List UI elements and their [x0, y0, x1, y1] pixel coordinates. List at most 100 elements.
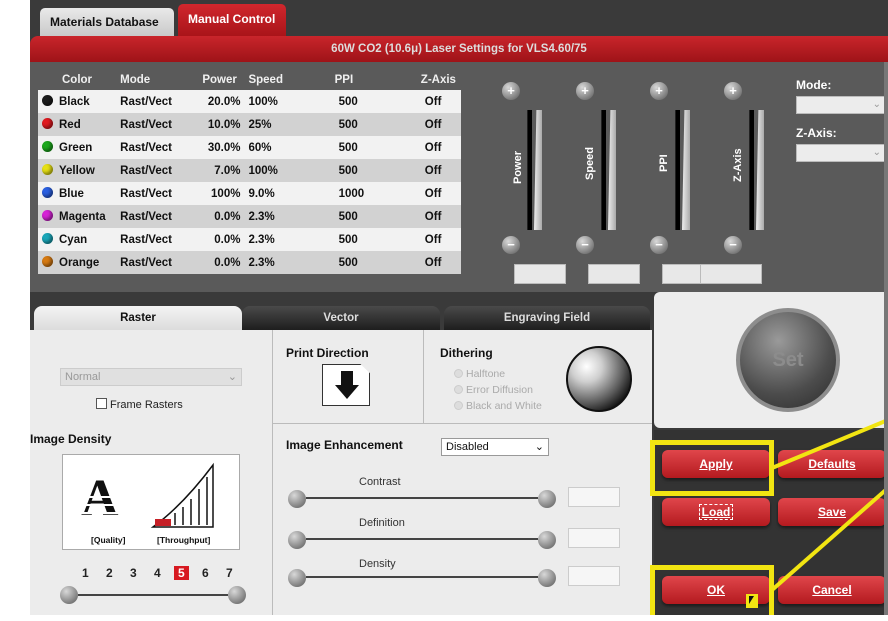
ppi-track-shade — [682, 110, 690, 230]
mode-label: Mode: — [796, 78, 832, 92]
zaxis-value-box[interactable] — [700, 264, 762, 284]
tab-materials-database[interactable]: Materials Database — [40, 8, 174, 36]
color-swatch-icon — [42, 118, 53, 129]
tab-manual-control[interactable]: Manual Control — [178, 4, 286, 36]
table-row[interactable]: Black Rast/Vect 20.0% 100% 500 Off — [38, 90, 461, 113]
speed-minus-button[interactable]: − — [576, 236, 594, 254]
zaxis-cell: Off — [394, 90, 461, 113]
ppi-cell: 500 — [314, 228, 395, 251]
contrast-plus-knob[interactable] — [538, 490, 556, 508]
density-plus-knob[interactable] — [538, 569, 556, 587]
zaxis-label: Z-Axis — [732, 148, 744, 182]
speed-plus-button[interactable]: + — [576, 82, 594, 100]
color-swatch-icon — [42, 187, 53, 198]
tab-engraving-field[interactable]: Engraving Field — [444, 306, 650, 330]
density-level-7[interactable]: 7 — [226, 566, 233, 580]
ppi-plus-button[interactable]: + — [650, 82, 668, 100]
window-edge — [884, 62, 888, 615]
chevron-down-icon: ⌄ — [534, 441, 544, 453]
zaxis-track[interactable] — [749, 110, 754, 230]
contrast-track[interactable] — [306, 497, 538, 499]
raster-mode-select[interactable]: Normal ⌄ — [60, 368, 242, 386]
color-cell: Blue — [38, 182, 117, 205]
color-swatch-icon — [42, 95, 53, 106]
frame-rasters-option[interactable]: Frame Rasters — [96, 398, 183, 411]
speed-track[interactable] — [601, 110, 606, 230]
tab-raster[interactable]: Raster — [34, 306, 242, 330]
power-track[interactable] — [527, 110, 532, 230]
density-level-2[interactable]: 2 — [106, 566, 113, 580]
speed-cell: 25% — [244, 113, 315, 136]
table-row[interactable]: Yellow Rast/Vect 7.0% 100% 500 Off — [38, 159, 461, 182]
print-direction-button[interactable] — [322, 364, 370, 406]
frame-rasters-checkbox[interactable] — [96, 398, 107, 409]
ppi-minus-button[interactable]: − — [650, 236, 668, 254]
halftone-radio[interactable]: Halftone — [454, 368, 505, 380]
color-swatch-icon — [42, 233, 53, 244]
load-button[interactable]: Load — [662, 498, 770, 526]
density-level-4[interactable]: 4 — [154, 566, 161, 580]
col-color: Color — [62, 74, 93, 86]
power-minus-button[interactable]: − — [502, 236, 520, 254]
density-value-box[interactable] — [568, 566, 620, 586]
color-cell: Green — [38, 136, 117, 159]
table-row[interactable]: Green Rast/Vect 30.0% 60% 500 Off — [38, 136, 461, 159]
density-preview: A [Quality] [Throughput] — [62, 454, 240, 550]
dithering-section: Dithering Halftone Error Diffusion Black… — [424, 330, 652, 424]
definition-minus-knob[interactable] — [288, 531, 306, 549]
speed-value-box[interactable] — [588, 264, 640, 284]
set-button[interactable]: Set — [736, 308, 840, 412]
density-level-1[interactable]: 1 — [82, 566, 89, 580]
halftone-sphere-preview — [566, 346, 632, 412]
speed-cell: 60% — [244, 136, 315, 159]
table-row[interactable]: Blue Rast/Vect 100% 9.0% 1000 Off — [38, 182, 461, 205]
contrast-value-box[interactable] — [568, 487, 620, 507]
zaxis-select[interactable]: ⌄ — [796, 144, 886, 162]
ppi-slider[interactable]: + PPI − — [650, 82, 714, 294]
density-enh-track[interactable] — [306, 576, 538, 578]
zaxis-plus-button[interactable]: + — [724, 82, 742, 100]
definition-plus-knob[interactable] — [538, 531, 556, 549]
density-right-knob[interactable] — [228, 586, 246, 604]
zaxis-minus-button[interactable]: − — [724, 236, 742, 254]
contrast-minus-knob[interactable] — [288, 490, 306, 508]
table-row[interactable]: Cyan Rast/Vect 0.0% 2.3% 500 Off — [38, 228, 461, 251]
density-level-3[interactable]: 3 — [130, 566, 137, 580]
density-track[interactable] — [78, 594, 228, 596]
ppi-track[interactable] — [675, 110, 680, 230]
table-body: Black Rast/Vect 20.0% 100% 500 Off Red Rast/Vec… — [38, 90, 461, 274]
definition-track[interactable] — [306, 538, 538, 540]
density-level-5[interactable]: 5 — [174, 566, 189, 580]
table-row[interactable]: Red Rast/Vect 10.0% 25% 500 Off — [38, 113, 461, 136]
enhancement-value: Disabled — [446, 441, 489, 453]
speed-slider[interactable]: + Speed − — [576, 82, 640, 294]
zaxis-track-shade — [756, 110, 764, 230]
arrow-down-icon — [335, 371, 359, 399]
power-slider[interactable]: + Power − — [502, 82, 566, 294]
error-diffusion-radio[interactable]: Error Diffusion — [454, 384, 533, 396]
color-name: Blue — [59, 188, 84, 200]
highlight-connector-lines — [770, 418, 888, 592]
mode-cell: Rast/Vect — [116, 90, 199, 113]
density-minus-knob[interactable] — [288, 569, 306, 587]
power-plus-button[interactable]: + — [502, 82, 520, 100]
density-level-6[interactable]: 6 — [202, 566, 209, 580]
ppi-cell: 500 — [314, 251, 395, 274]
table-row[interactable]: Orange Rast/Vect 0.0% 2.3% 500 Off — [38, 251, 461, 274]
tab-vector[interactable]: Vector — [242, 306, 440, 330]
black-white-radio[interactable]: Black and White — [454, 400, 542, 412]
speed-cell: 100% — [244, 90, 315, 113]
power-cell: 20.0% — [198, 90, 245, 113]
power-value-box[interactable] — [514, 264, 566, 284]
load-label: Load — [698, 504, 734, 520]
quality-caption: [Quality] — [91, 535, 126, 545]
definition-value-box[interactable] — [568, 528, 620, 548]
density-left-knob[interactable] — [60, 586, 78, 604]
mouse-cursor-icon — [746, 594, 758, 608]
mode-cell: Rast/Vect — [116, 136, 199, 159]
mode-select[interactable]: ⌄ — [796, 96, 886, 114]
table-row[interactable]: Magenta Rast/Vect 0.0% 2.3% 500 Off — [38, 205, 461, 228]
zaxis-slider[interactable]: + Z-Axis − — [700, 82, 784, 294]
ppi-cell: 500 — [314, 205, 395, 228]
image-enhancement-select[interactable]: Disabled ⌄ — [441, 438, 549, 456]
